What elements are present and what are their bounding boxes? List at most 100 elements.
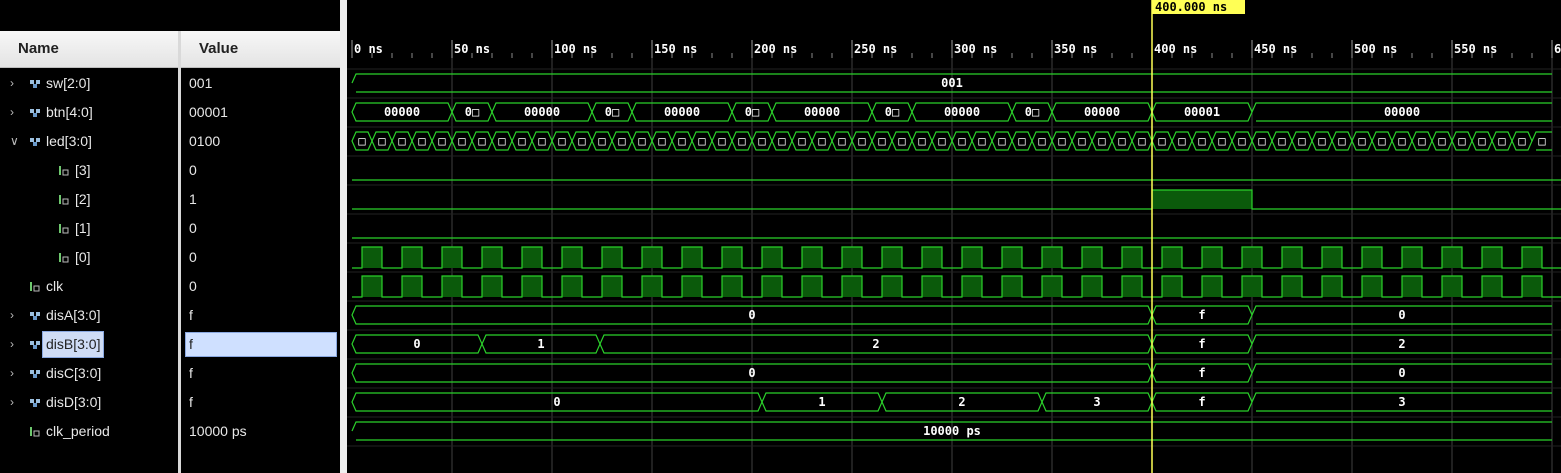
clock-high-fill xyxy=(1442,247,1462,268)
bus-value-label: □ xyxy=(878,134,885,148)
chevron-right-icon[interactable]: › xyxy=(10,388,14,417)
signal-name[interactable]: sw[2:0] xyxy=(46,69,90,98)
bit-icon xyxy=(59,166,69,176)
bus-value-label: 2 xyxy=(1398,337,1405,351)
bus-value-label: 00000 xyxy=(1084,105,1120,119)
signal-name[interactable]: disD[3:0] xyxy=(46,388,101,417)
clock-high-fill xyxy=(1442,276,1462,297)
signal-name[interactable]: [3] xyxy=(75,156,91,185)
bus-value-label: □ xyxy=(678,134,685,148)
bus-value-label: □ xyxy=(1458,134,1465,148)
bus-value-label: □ xyxy=(1338,134,1345,148)
signal-name[interactable]: led[3:0] xyxy=(46,127,92,156)
clock-high-fill xyxy=(1362,276,1382,297)
signal-value: 10000 ps xyxy=(189,423,247,439)
signal-name[interactable]: disA[3:0] xyxy=(46,301,100,330)
signal-row[interactable]: [0] 0 xyxy=(0,243,343,272)
bus-value-label: □ xyxy=(918,134,925,148)
signal-row[interactable]: › sw[2:0] 001 xyxy=(0,69,343,98)
chevron-right-icon[interactable]: › xyxy=(10,69,14,98)
clock-high-fill xyxy=(1042,276,1062,297)
clock-high-fill xyxy=(642,276,662,297)
signal-row[interactable]: ∨ led[3:0] 0100 xyxy=(0,127,343,156)
bit-icon xyxy=(59,253,69,263)
bus-value-label: □ xyxy=(698,134,705,148)
sw-wave: 001 xyxy=(351,73,1552,93)
signal-row[interactable]: [3] 0 xyxy=(0,156,343,185)
signal-name[interactable]: clk xyxy=(46,272,63,301)
bit-icon xyxy=(30,427,40,437)
clock-high-fill xyxy=(1002,276,1022,297)
column-header: Name Value xyxy=(0,31,343,68)
bus-value-label: 0□ xyxy=(465,105,479,119)
bus-value-label: □ xyxy=(1158,134,1165,148)
chevron-right-icon[interactable]: › xyxy=(10,98,14,127)
chevron-right-icon[interactable]: › xyxy=(10,301,14,330)
bus-icon xyxy=(30,312,40,320)
signal-value: 0 xyxy=(189,249,197,265)
signal-value: 001 xyxy=(189,75,213,91)
tick-label: 200 ns xyxy=(754,42,797,56)
signal-name[interactable]: clk_period xyxy=(46,417,110,446)
bus-icon xyxy=(30,80,40,88)
chevron-right-icon[interactable]: › xyxy=(10,359,14,388)
chevron-down-icon[interactable]: ∨ xyxy=(10,127,19,156)
signal-name[interactable]: [1] xyxy=(75,214,91,243)
panel-top-spacer xyxy=(0,0,343,31)
signal-row[interactable]: › disB[3:0] f xyxy=(0,330,343,359)
signal-name[interactable]: btn[4:0] xyxy=(46,98,93,127)
bus-value-label: 00000 xyxy=(664,105,700,119)
clock-high-fill xyxy=(682,247,702,268)
panel-splitter[interactable] xyxy=(340,0,347,473)
clock-high-fill xyxy=(1282,276,1302,297)
signal-row[interactable]: clk_period 10000 ps xyxy=(0,417,343,446)
clock-high-fill xyxy=(482,247,502,268)
name-column-header[interactable]: Name xyxy=(18,31,59,67)
clock-high-fill xyxy=(1202,276,1222,297)
bus-value-label: □ xyxy=(518,134,525,148)
bus-value-label: □ xyxy=(658,134,665,148)
signal-row[interactable]: › disA[3:0] f xyxy=(0,301,343,330)
led2-high-fill xyxy=(1152,190,1252,209)
bus-value-label: □ xyxy=(498,134,505,148)
chevron-right-icon[interactable]: › xyxy=(10,330,14,359)
bus-value-label: 3 xyxy=(1093,395,1100,409)
clock-high-fill xyxy=(1522,276,1542,297)
signal-name[interactable]: disC[3:0] xyxy=(46,359,101,388)
signal-row[interactable]: [2] 1 xyxy=(0,185,343,214)
clock-high-fill xyxy=(1282,247,1302,268)
signal-row[interactable]: › disD[3:0] f xyxy=(0,388,343,417)
bit-icon xyxy=(30,282,40,292)
bus-value-label: □ xyxy=(1318,134,1325,148)
signal-row[interactable]: › disC[3:0] f xyxy=(0,359,343,388)
signal-row[interactable]: [1] 0 xyxy=(0,214,343,243)
bus-value-label: □ xyxy=(718,134,725,148)
signal-row[interactable]: › btn[4:0] 00001 xyxy=(0,98,343,127)
bus-value-label: 0 xyxy=(413,337,420,351)
bus-value-label: □ xyxy=(1418,134,1425,148)
value-column-header[interactable]: Value xyxy=(199,31,238,67)
signal-name[interactable]: disB[3:0] xyxy=(41,331,105,358)
clock-high-fill xyxy=(1482,276,1502,297)
bus-value-label: 0 xyxy=(748,366,755,380)
bus-value-label: 00001 xyxy=(1184,105,1220,119)
signal-value: 0 xyxy=(189,220,197,236)
signal-value: f xyxy=(189,365,193,381)
bus-value-label: □ xyxy=(978,134,985,148)
waveform-canvas[interactable]: 0 ns 50 ns 100 ns 150 ns 200 ns 250 ns 300 ns 3… xyxy=(347,0,1561,473)
signal-name[interactable]: [2] xyxy=(75,185,91,214)
bus-value-label: 1 xyxy=(537,337,544,351)
signal-value: f xyxy=(189,307,193,323)
bus-value-label: □ xyxy=(578,134,585,148)
bus-value-label: □ xyxy=(1438,134,1445,148)
bus-value-label: □ xyxy=(1498,134,1505,148)
clock-high-fill xyxy=(922,276,942,297)
selected-value-highlight xyxy=(185,332,337,357)
bit-icon xyxy=(59,224,69,234)
signal-row[interactable]: clk 0 xyxy=(0,272,343,301)
signal-name[interactable]: [0] xyxy=(75,243,91,272)
bus-value-label: □ xyxy=(1518,134,1525,148)
bus-value-label: 2 xyxy=(958,395,965,409)
bus-icon xyxy=(30,399,40,407)
clock-high-fill xyxy=(1002,247,1022,268)
